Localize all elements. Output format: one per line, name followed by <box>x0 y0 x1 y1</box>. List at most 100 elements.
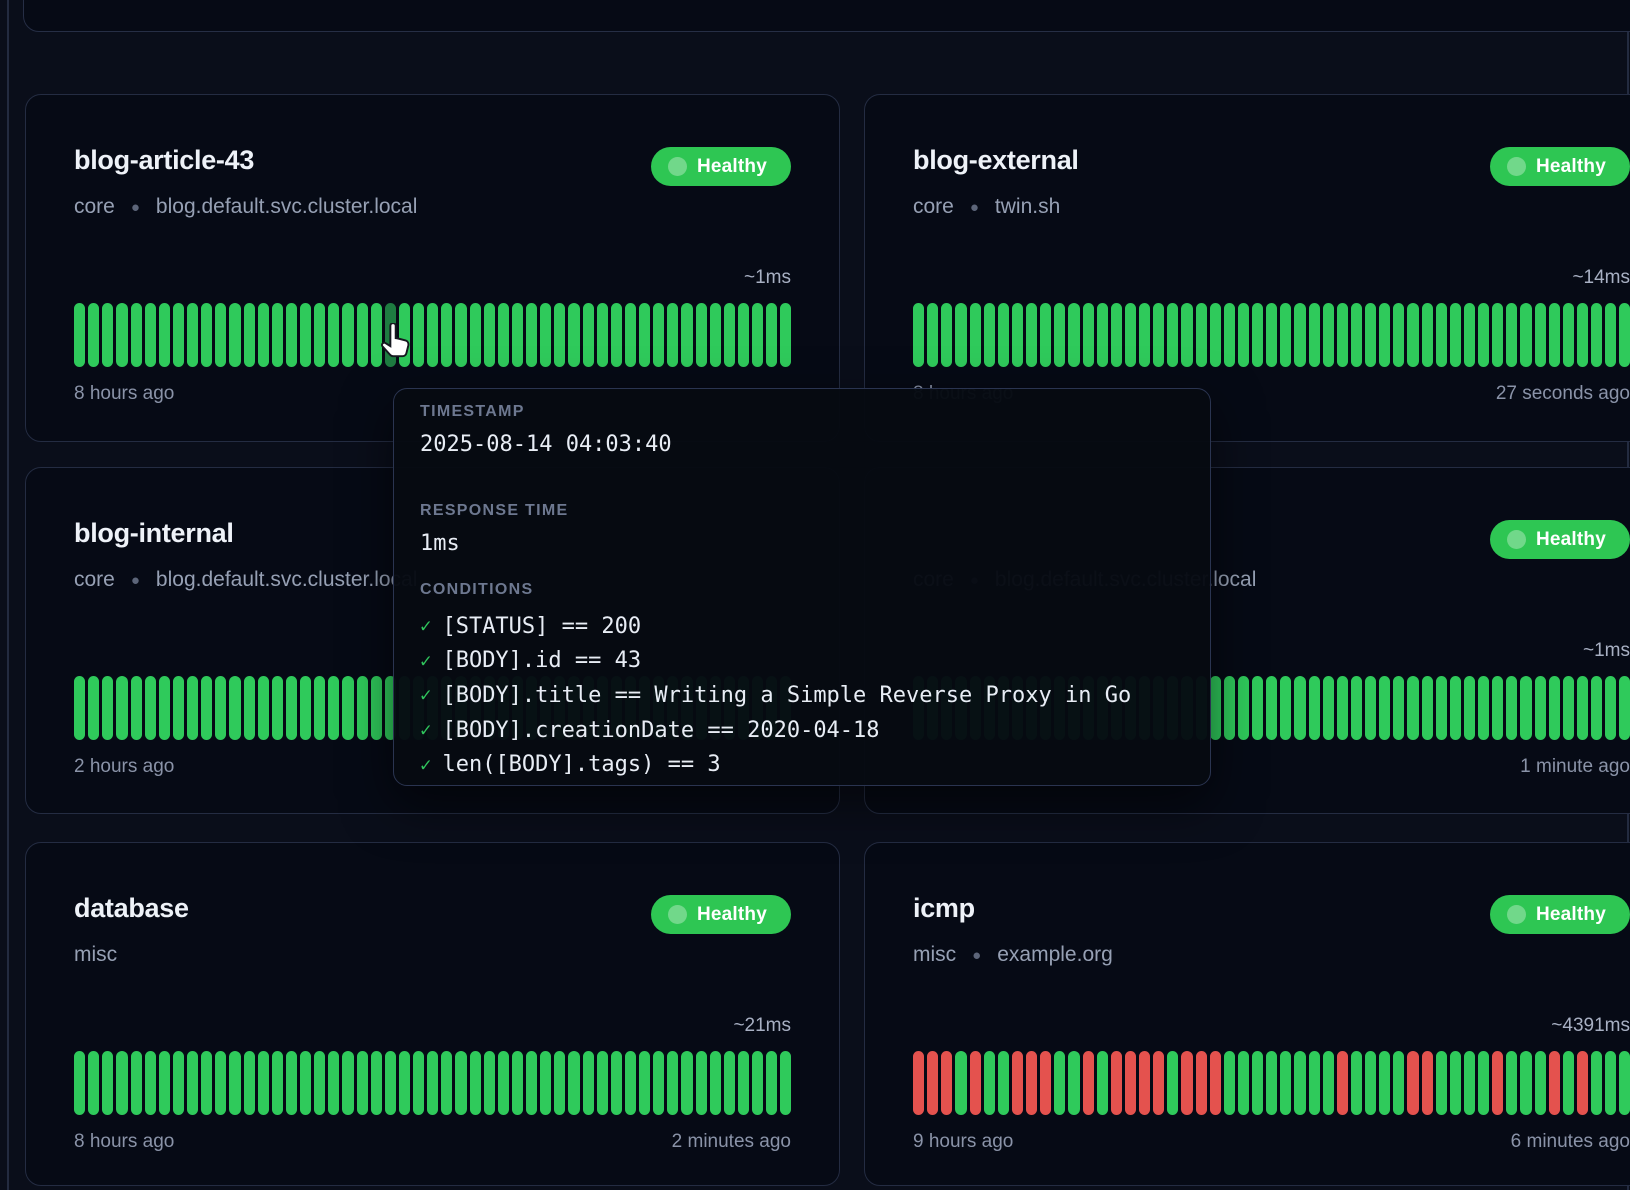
uptime-bar[interactable] <box>215 1051 226 1115</box>
uptime-bar[interactable] <box>1365 1051 1376 1115</box>
uptime-bar[interactable] <box>272 303 283 367</box>
uptime-bar[interactable] <box>752 303 763 367</box>
uptime-bar[interactable] <box>1252 1051 1263 1115</box>
uptime-bar[interactable] <box>1492 676 1503 740</box>
uptime-bar[interactable] <box>342 303 353 367</box>
uptime-bar[interactable] <box>314 1051 325 1115</box>
uptime-bar[interactable] <box>1365 676 1376 740</box>
uptime-bar[interactable] <box>385 1051 396 1115</box>
uptime-bar[interactable] <box>1577 1051 1588 1115</box>
uptime-bar[interactable] <box>1379 1051 1390 1115</box>
uptime-bar[interactable] <box>441 1051 452 1115</box>
uptime-bar[interactable] <box>1167 1051 1178 1115</box>
uptime-bar[interactable] <box>1535 303 1546 367</box>
uptime-bar[interactable] <box>1436 303 1447 367</box>
uptime-bar[interactable] <box>413 303 424 367</box>
uptime-bar[interactable] <box>738 303 749 367</box>
uptime-bar[interactable] <box>1422 676 1433 740</box>
uptime-bar[interactable] <box>998 1051 1009 1115</box>
uptime-bar[interactable] <box>286 303 297 367</box>
uptime-bar[interactable] <box>173 303 184 367</box>
uptime-bar[interactable] <box>1153 303 1164 367</box>
uptime-bar[interactable] <box>941 1051 952 1115</box>
uptime-bar[interactable] <box>970 303 981 367</box>
uptime-bar[interactable] <box>710 303 721 367</box>
uptime-bar[interactable] <box>1506 1051 1517 1115</box>
uptime-bar[interactable] <box>470 303 481 367</box>
uptime-bar[interactable] <box>653 1051 664 1115</box>
uptime-bar[interactable] <box>1407 676 1418 740</box>
uptime-bar[interactable] <box>1351 303 1362 367</box>
uptime-bar[interactable] <box>568 303 579 367</box>
uptime-bar[interactable] <box>1492 303 1503 367</box>
uptime-bar[interactable] <box>667 1051 678 1115</box>
uptime-bar[interactable] <box>484 303 495 367</box>
uptime-bar[interactable] <box>1266 1051 1277 1115</box>
uptime-bar[interactable] <box>187 1051 198 1115</box>
uptime-bar[interactable] <box>913 1051 924 1115</box>
uptime-bar[interactable] <box>583 1051 594 1115</box>
uptime-bar[interactable] <box>1323 676 1334 740</box>
uptime-bar[interactable] <box>272 676 283 740</box>
uptime-bar[interactable] <box>1111 303 1122 367</box>
uptime-bar[interactable] <box>102 1051 113 1115</box>
uptime-bar[interactable] <box>88 1051 99 1115</box>
uptime-bar[interactable] <box>455 303 466 367</box>
uptime-bar[interactable] <box>1097 303 1108 367</box>
uptime-bar[interactable] <box>74 303 85 367</box>
uptime-bar[interactable] <box>1619 303 1630 367</box>
uptime-bar[interactable] <box>1026 303 1037 367</box>
uptime-bar[interactable] <box>159 303 170 367</box>
uptime-bar[interactable] <box>1422 303 1433 367</box>
uptime-bar[interactable] <box>611 1051 622 1115</box>
uptime-bar[interactable] <box>1125 303 1136 367</box>
uptime-bar[interactable] <box>696 303 707 367</box>
uptime-bar[interactable] <box>102 303 113 367</box>
uptime-bar[interactable] <box>1478 1051 1489 1115</box>
uptime-bar[interactable] <box>1224 1051 1235 1115</box>
uptime-bar[interactable] <box>244 676 255 740</box>
uptime-bar[interactable] <box>1210 676 1221 740</box>
uptime-bar[interactable] <box>1450 1051 1461 1115</box>
uptime-bar[interactable] <box>1520 303 1531 367</box>
uptime-bar[interactable] <box>258 676 269 740</box>
uptime-bar[interactable] <box>1619 676 1630 740</box>
uptime-bar[interactable] <box>1337 1051 1348 1115</box>
uptime-bar[interactable] <box>187 303 198 367</box>
uptime-bar[interactable] <box>1337 676 1348 740</box>
uptime-bar[interactable] <box>583 303 594 367</box>
uptime-bar[interactable] <box>766 303 777 367</box>
uptime-bar[interactable] <box>1139 1051 1150 1115</box>
uptime-bar[interactable] <box>1323 303 1334 367</box>
uptime-bar[interactable] <box>1577 676 1588 740</box>
uptime-bar[interactable] <box>1026 1051 1037 1115</box>
uptime-bar[interactable] <box>1309 303 1320 367</box>
uptime-bar[interactable] <box>1436 1051 1447 1115</box>
uptime-bar[interactable] <box>1535 676 1546 740</box>
uptime-bar[interactable] <box>1040 1051 1051 1115</box>
uptime-bar[interactable] <box>1167 303 1178 367</box>
uptime-bar[interactable] <box>1605 303 1616 367</box>
uptime-bar[interactable] <box>441 303 452 367</box>
uptime-bar[interactable] <box>1054 303 1065 367</box>
uptime-bar[interactable] <box>639 1051 650 1115</box>
uptime-bar[interactable] <box>1294 303 1305 367</box>
uptime-bar[interactable] <box>102 676 113 740</box>
uptime-bar[interactable] <box>1407 1051 1418 1115</box>
uptime-bar[interactable] <box>1563 303 1574 367</box>
uptime-bar[interactable] <box>1563 676 1574 740</box>
uptime-bar[interactable] <box>1492 1051 1503 1115</box>
uptime-bar[interactable] <box>1605 1051 1616 1115</box>
uptime-bar[interactable] <box>597 303 608 367</box>
uptime-bar[interactable] <box>1563 1051 1574 1115</box>
uptime-bar[interactable] <box>74 1051 85 1115</box>
uptime-bar[interactable] <box>187 676 198 740</box>
uptime-bar[interactable] <box>1379 303 1390 367</box>
uptime-bar[interactable] <box>328 1051 339 1115</box>
uptime-bar[interactable] <box>1083 1051 1094 1115</box>
uptime-bar[interactable] <box>328 303 339 367</box>
uptime-bar[interactable] <box>597 1051 608 1115</box>
uptime-bar[interactable] <box>1393 1051 1404 1115</box>
uptime-bar[interactable] <box>1506 303 1517 367</box>
uptime-bar[interactable] <box>780 303 791 367</box>
